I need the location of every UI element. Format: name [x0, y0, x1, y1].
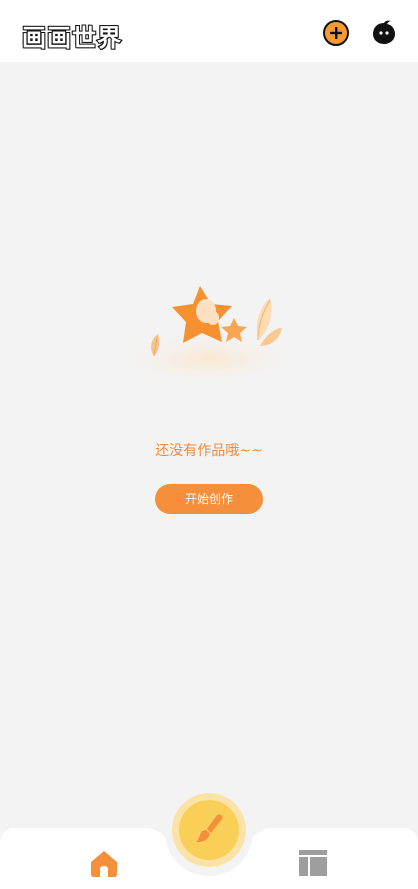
home-icon [91, 851, 117, 877]
empty-message: 还没有作品哦~~ [155, 443, 263, 459]
nav-left-panel [0, 828, 174, 889]
app-screen: 画画世界 还没有作品哦~~ 开始创作 [0, 0, 418, 889]
avatar-face-icon [373, 20, 395, 44]
top-bar: 画画世界 [0, 0, 418, 62]
add-button[interactable] [323, 20, 349, 46]
start-creating-button[interactable]: 开始创作 [155, 484, 263, 514]
bottom-nav [0, 788, 418, 889]
layout-icon [299, 850, 327, 876]
profile-button[interactable] [371, 20, 397, 46]
paintbrush-icon [196, 814, 223, 843]
tab-home[interactable] [89, 848, 119, 878]
tab-works[interactable] [298, 848, 328, 878]
nav-right-panel [244, 828, 418, 889]
app-logo: 画画世界 [21, 23, 122, 53]
star-with-leaves-illustration [122, 286, 294, 378]
plus-circle-icon [330, 27, 342, 39]
create-button[interactable] [172, 793, 246, 867]
